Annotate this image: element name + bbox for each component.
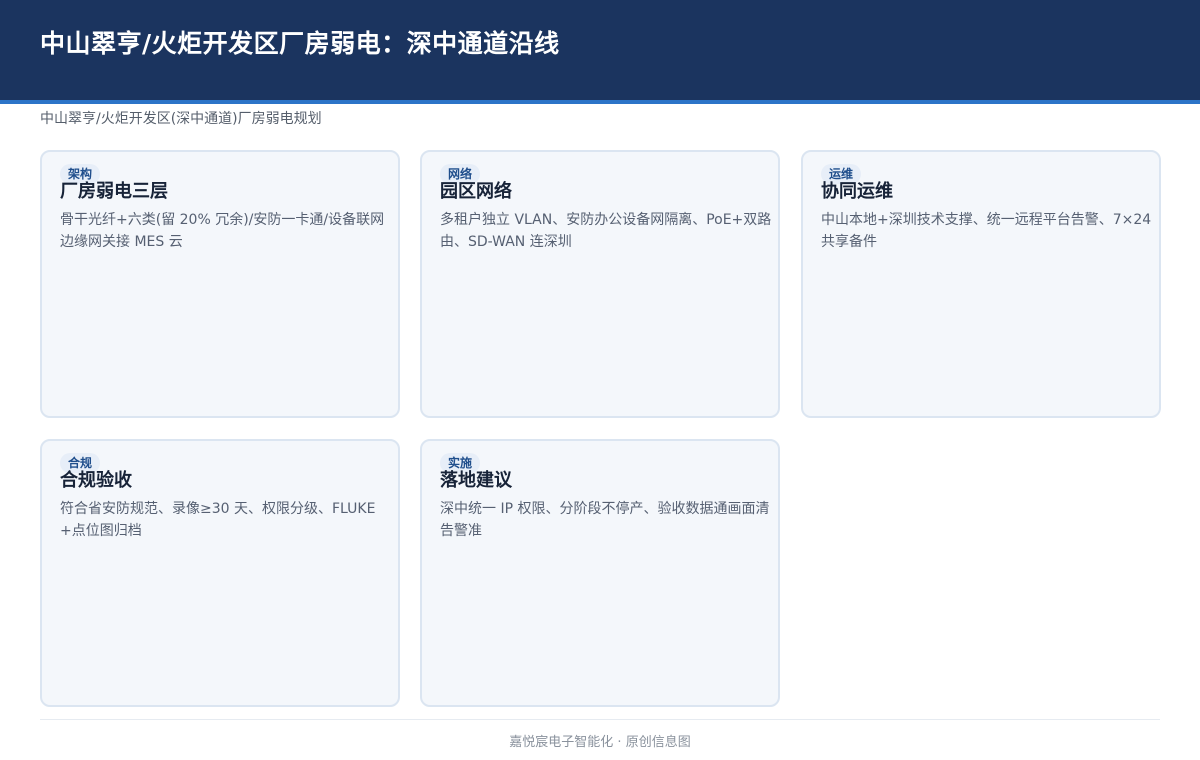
footer-divider: [40, 719, 1160, 720]
card-title: 合规验收: [60, 470, 132, 491]
card-description: 符合省安防规范、录像≥30 天、权限分级、FLUKE+点位图归档: [60, 501, 376, 539]
card-operations: 运维 协同运维 中山本地+深圳技术支撑、统一远程平台告警、7×24 共享备件: [801, 150, 1161, 418]
card-description: 骨干光纤+六类(留 20% 冗余)/安防一卡通/设备联网边缘网关接 MES 云: [60, 212, 385, 250]
card-implementation: 实施 落地建议 深中统一 IP 权限、分阶段不停产、验收数据通画面清告警准: [420, 439, 780, 707]
card-description: 多租户独立 VLAN、安防办公设备网隔离、PoE+双路由、SD-WAN 连深圳: [440, 212, 772, 250]
card-architecture: 架构 厂房弱电三层 骨干光纤+六类(留 20% 冗余)/安防一卡通/设备联网边缘…: [40, 150, 400, 418]
card-title: 落地建议: [440, 470, 512, 491]
page-subtitle: 中山翠亨/火炬开发区(深中通道)厂房弱电规划: [40, 111, 322, 127]
footer-credit: 嘉悦宸电子智能化 · 原创信息图: [509, 735, 691, 750]
card-description: 深中统一 IP 权限、分阶段不停产、验收数据通画面清告警准: [440, 501, 770, 539]
card-description: 中山本地+深圳技术支撑、统一远程平台告警、7×24 共享备件: [821, 212, 1152, 250]
card-title: 园区网络: [440, 181, 512, 202]
card-title: 协同运维: [821, 181, 893, 202]
header-banner: 中山翠亨/火炬开发区厂房弱电：深中通道沿线: [0, 0, 1200, 104]
card-compliance: 合规 合规验收 符合省安防规范、录像≥30 天、权限分级、FLUKE+点位图归档: [40, 439, 400, 707]
page-title: 中山翠亨/火炬开发区厂房弱电：深中通道沿线: [40, 29, 560, 58]
card-title: 厂房弱电三层: [60, 181, 168, 202]
card-network: 网络 园区网络 多租户独立 VLAN、安防办公设备网隔离、PoE+双路由、SD-…: [420, 150, 780, 418]
